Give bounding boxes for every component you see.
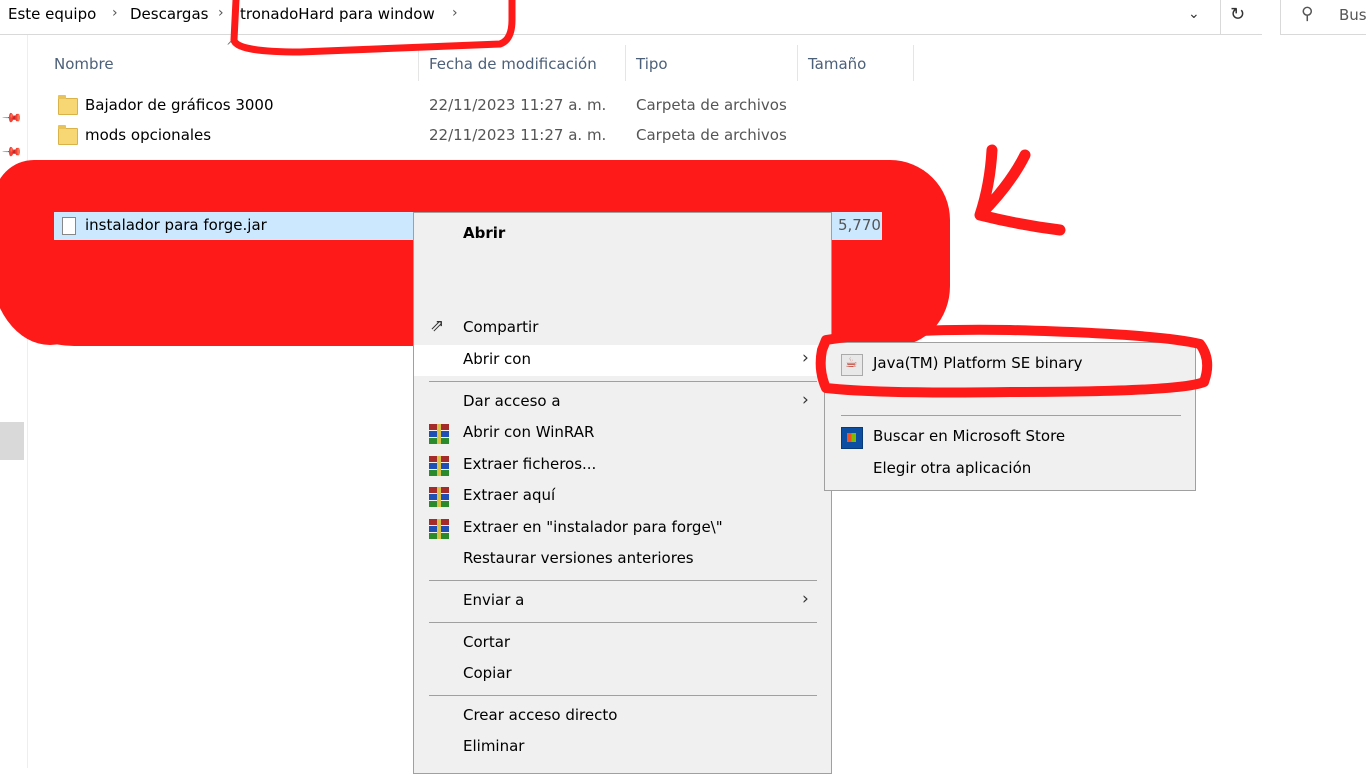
search-input[interactable]: ⚲ Bus: [1280, 0, 1366, 35]
microsoft-store-icon: [841, 427, 863, 449]
chevron-right-icon: ›: [802, 390, 809, 410]
submenu-item-java[interactable]: Java(TM) Platform SE binary: [825, 348, 1195, 380]
menu-item-label: Compartir: [463, 318, 539, 336]
menu-item-label: Restaurar versiones anteriores: [463, 549, 694, 567]
search-icon: ⚲: [1301, 4, 1314, 24]
breadcrumb-current-folder[interactable]: tronadoHard para window: [240, 5, 435, 23]
menu-separator: [429, 381, 817, 382]
menu-item-restaurar-versiones[interactable]: Restaurar versiones anteriores: [414, 544, 831, 575]
menu-item-label: Enviar a: [463, 591, 525, 609]
menu-item-label: Abrir: [463, 224, 506, 242]
winrar-icon: [429, 456, 449, 476]
file-name: instalador para forge.jar: [85, 216, 267, 234]
menu-separator: [429, 695, 817, 696]
chevron-right-icon[interactable]: ›: [112, 5, 118, 21]
menu-item-label: Abrir con WinRAR: [463, 423, 595, 441]
file-size-value: 5,770: [838, 216, 881, 234]
column-divider[interactable]: [797, 45, 798, 81]
chevron-right-icon[interactable]: ›: [218, 5, 224, 21]
breadcrumb-este-equipo[interactable]: Este equipo: [8, 5, 96, 23]
winrar-icon: [429, 519, 449, 539]
file-row[interactable]: Bajador de gráficos 3000 22/11/2023 11:2…: [54, 92, 854, 120]
menu-item-dar-acceso[interactable]: Dar acceso a ›: [414, 387, 831, 418]
file-name: mods opcionales: [85, 126, 212, 144]
menu-item-abrir[interactable]: Abrir: [414, 219, 831, 250]
navigation-pane[interactable]: 📌 📌: [0, 35, 28, 768]
column-header-size[interactable]: Tamaño: [808, 55, 866, 73]
menu-item-extraer-aqui[interactable]: Extraer aquí: [414, 481, 831, 512]
file-type: Carpeta de archivos: [636, 126, 787, 144]
refresh-icon[interactable]: ↻: [1230, 4, 1245, 25]
menu-item-extraer-ficheros[interactable]: Extraer ficheros...: [414, 450, 831, 481]
winrar-icon: [429, 424, 449, 444]
menu-item-cortar[interactable]: Cortar: [414, 628, 831, 659]
menu-item-label: Eliminar: [463, 737, 525, 755]
folder-icon: [58, 95, 78, 115]
menu-item-extraer-en[interactable]: Extraer en "instalador para forge\": [414, 513, 831, 544]
file-date: 22/11/2023 11:27 a. m.: [429, 96, 607, 114]
selected-file-row[interactable]: instalador para forge.jar: [54, 212, 414, 240]
submenu-item-label: Java(TM) Platform SE binary: [873, 354, 1083, 372]
column-header-date[interactable]: Fecha de modificación: [429, 55, 597, 73]
column-header-type[interactable]: Tipo: [636, 55, 668, 73]
submenu-item-label: Elegir otra aplicación: [873, 459, 1032, 477]
open-with-submenu[interactable]: Java(TM) Platform SE binary Buscar en Mi…: [824, 342, 1196, 491]
menu-item-label: Dar acceso a: [463, 392, 561, 410]
file-size: 5,770: [832, 212, 882, 240]
menu-item-crear-acceso-directo[interactable]: Crear acceso directo: [414, 701, 831, 732]
menu-item-label: Crear acceso directo: [463, 706, 618, 724]
java-icon: [841, 354, 863, 376]
menu-separator: [841, 415, 1181, 416]
winrar-icon: [429, 487, 449, 507]
chevron-down-icon[interactable]: ⌄: [1188, 6, 1200, 22]
column-header-name[interactable]: Nombre: [54, 55, 114, 73]
menu-item-label: Abrir con: [463, 350, 531, 368]
red-arrow-annotation: [974, 144, 1066, 236]
chevron-right-icon: ›: [802, 348, 809, 368]
file-type: Carpeta de archivos: [636, 96, 787, 114]
nav-selected-item[interactable]: [0, 422, 24, 460]
menu-item-abrir-winrar[interactable]: Abrir con WinRAR: [414, 418, 831, 449]
context-menu[interactable]: Abrir ⇗ Compartir Abrir con › Dar acceso…: [413, 212, 832, 774]
search-placeholder: Bus: [1339, 6, 1366, 24]
column-divider[interactable]: [418, 45, 419, 81]
submenu-item-elegir-otra[interactable]: Elegir otra aplicación: [825, 453, 1195, 485]
menu-item-compartir[interactable]: ⇗ Compartir: [414, 313, 831, 344]
submenu-item-microsoft-store[interactable]: Buscar en Microsoft Store: [825, 421, 1195, 453]
menu-separator: [429, 580, 817, 581]
jar-file-icon: [62, 217, 76, 235]
share-icon: ⇗: [430, 316, 445, 336]
pin-icon: 📌: [1, 107, 24, 130]
sort-ascending-icon: ^: [226, 39, 237, 53]
divider: [1220, 0, 1221, 34]
submenu-item-label: Buscar en Microsoft Store: [873, 427, 1066, 445]
column-divider[interactable]: [625, 45, 626, 81]
menu-item-label: Copiar: [463, 664, 512, 682]
menu-item-label: Extraer ficheros...: [463, 455, 597, 473]
menu-item-eliminar[interactable]: Eliminar: [414, 732, 831, 763]
address-bar[interactable]: Este equipo › Descargas › tronadoHard pa…: [0, 0, 1262, 35]
file-date: 22/11/2023 11:27 a. m.: [429, 126, 607, 144]
menu-item-label: Cortar: [463, 633, 511, 651]
folder-icon: [58, 125, 78, 145]
menu-item-label: Extraer aquí: [463, 486, 556, 504]
menu-item-label: Extraer en "instalador para forge\": [463, 518, 723, 536]
file-name: Bajador de gráficos 3000: [85, 96, 274, 114]
menu-item-abrir-con[interactable]: Abrir con ›: [414, 345, 831, 376]
breadcrumb-descargas[interactable]: Descargas: [130, 5, 208, 23]
menu-item-enviar-a[interactable]: Enviar a ›: [414, 586, 831, 617]
pin-icon: 📌: [1, 141, 24, 164]
chevron-right-icon[interactable]: ›: [452, 5, 458, 21]
column-divider[interactable]: [913, 45, 914, 81]
menu-item-copiar[interactable]: Copiar: [414, 659, 831, 690]
menu-separator: [429, 622, 817, 623]
file-row[interactable]: mods opcionales 22/11/2023 11:27 a. m. C…: [54, 122, 854, 150]
chevron-right-icon: ›: [802, 589, 809, 609]
